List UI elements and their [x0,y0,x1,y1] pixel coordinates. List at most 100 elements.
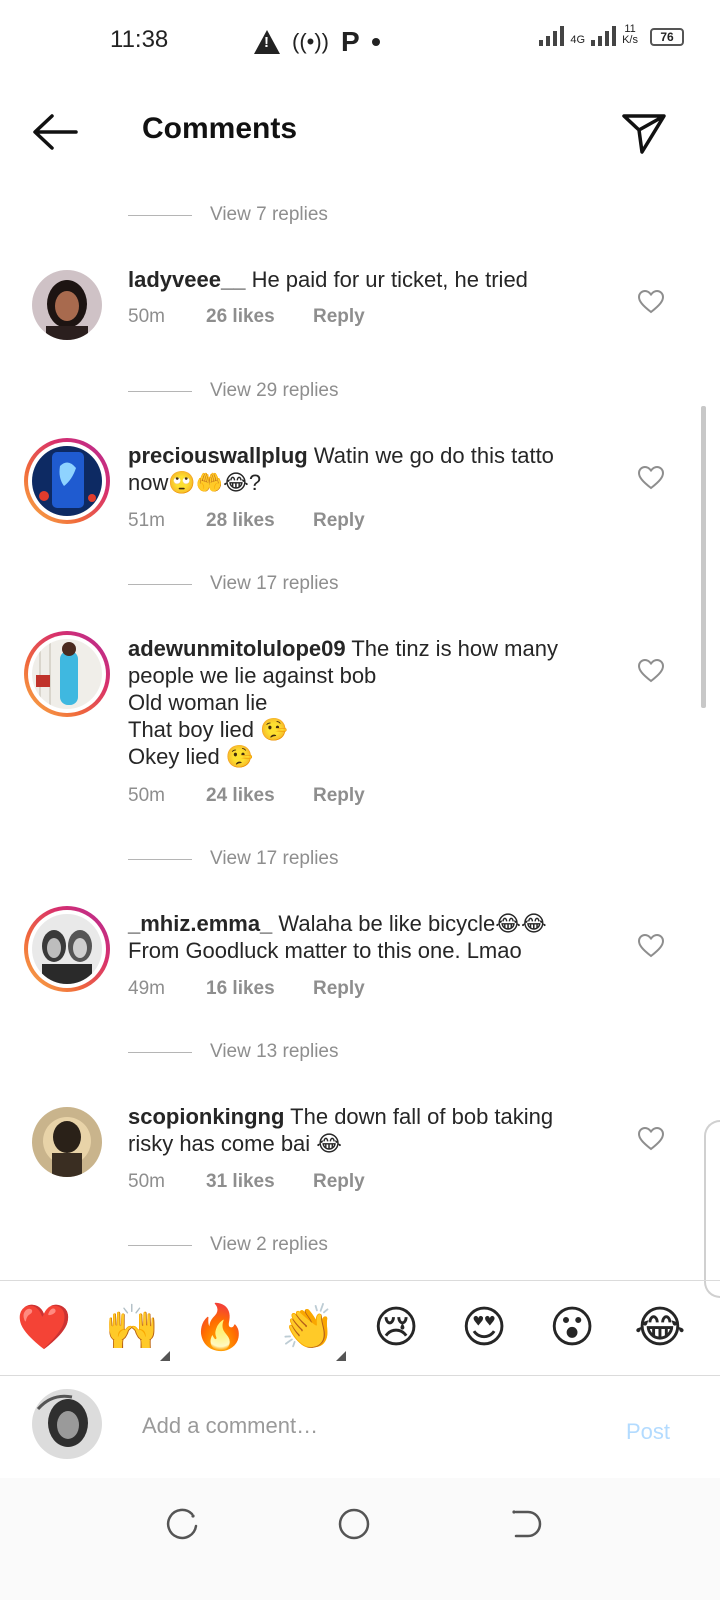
skin-tone-indicator [160,1351,170,1361]
comment-username[interactable]: _mhiz.emma_ [128,911,272,936]
reply-button[interactable]: Reply [313,785,365,807]
view-replies-button[interactable]: View 13 replies [128,1041,339,1063]
avatar[interactable] [32,270,102,340]
edge-panel-handle[interactable] [704,1120,720,1298]
home-icon[interactable] [334,1504,374,1544]
divider-line [128,1244,192,1246]
reply-button[interactable]: Reply [313,978,365,1000]
hotspot-icon: ((•)) [292,29,330,54]
comment-text: _mhiz.emma_ Walaha be like bicycle😂😂 Fro… [128,910,598,964]
view-replies-button[interactable]: View 7 replies [128,204,328,226]
avatar[interactable] [24,631,110,717]
view-replies-button[interactable]: View 29 replies [128,380,339,402]
view-replies-label: View 17 replies [210,573,339,594]
comment-time: 49m [128,978,165,999]
fire-emoji-button[interactable]: 🔥 [176,1303,264,1353]
battery-icon: 76 [650,28,684,46]
page-title: Comments [142,112,298,145]
header: Comments [0,90,720,180]
status-notification-icons: ((•)) P [176,26,380,58]
view-replies-label: View 17 replies [210,848,339,869]
comment-likes[interactable]: 28 likes [206,510,313,532]
divider-line [128,214,192,216]
more-notifications-icon [371,38,380,46]
system-nav-bar [0,1478,720,1600]
paper-plane-icon[interactable] [620,110,668,156]
comment-likes[interactable]: 16 likes [206,978,313,1000]
avatar[interactable] [24,906,110,992]
comment-input[interactable] [142,1409,582,1443]
warning-icon [254,30,280,54]
clap-icon: 👏 [280,1303,336,1352]
heart-emoji-button[interactable]: ❤️ [0,1303,88,1353]
avatar-image [32,914,102,984]
speed-unit: K/s [622,34,638,46]
comment-meta: 50m 31 likes Reply [128,1171,365,1193]
comments-list[interactable]: View 7 replies ladyveee__ He paid for ur… [0,190,720,1280]
avatar-image [32,1107,102,1177]
divider-line [128,390,192,392]
heart-icon[interactable] [638,1127,664,1151]
heart-icon[interactable] [638,934,664,958]
reaction-bar: ❤️ 🙌 🔥 👏 😢 😍 😮 😂 [0,1280,720,1376]
reply-button[interactable]: Reply [313,306,365,328]
view-replies-label: View 2 replies [210,1234,328,1255]
laughing-emoji-button[interactable]: 😂 [616,1303,704,1353]
avatar-image [32,270,102,340]
divider-line [128,1051,192,1053]
raised-hands-icon: 🙌 [104,1303,160,1352]
comment-meta: 50m 26 likes Reply [128,306,365,328]
status-time: 11:38 [110,26,169,53]
heart-icon[interactable] [638,290,664,314]
avatar[interactable] [24,438,110,524]
signal-icon [539,24,565,46]
crying-emoji-button[interactable]: 😢 [352,1303,440,1353]
comment-time: 50m [128,785,165,806]
parking-app-icon: P [341,26,360,57]
avatar[interactable] [32,1107,102,1177]
network-speed: 11 K/s [622,24,638,46]
reply-button[interactable]: Reply [313,1171,365,1193]
comment-meta: 50m 24 likes Reply [128,785,365,807]
reply-button[interactable]: Reply [313,510,365,532]
comment-likes[interactable]: 26 likes [206,306,313,328]
view-replies-label: View 7 replies [210,204,328,225]
comment-body: He paid for ur ticket, he tried [251,267,528,292]
view-replies-button[interactable]: View 17 replies [128,848,339,870]
raised-hands-emoji-button[interactable]: 🙌 [88,1303,176,1361]
skin-tone-indicator [336,1351,346,1361]
comment-username[interactable]: ladyveee__ [128,267,245,292]
back-nav-icon[interactable] [506,1504,546,1544]
comment-time: 50m [128,1171,165,1192]
post-button[interactable]: Post [626,1419,670,1445]
surprised-emoji-button[interactable]: 😮 [528,1303,616,1353]
comment-text: scopionkingng The down fall of bob takin… [128,1103,598,1157]
comment-likes[interactable]: 31 likes [206,1171,313,1193]
divider-line [128,858,192,860]
view-replies-button[interactable]: View 17 replies [128,573,339,595]
arrow-left-icon[interactable] [30,112,80,152]
view-replies-label: View 13 replies [210,1041,339,1062]
heart-icon[interactable] [638,659,664,683]
add-comment-bar: Post [0,1377,720,1477]
clap-emoji-button[interactable]: 👏 [264,1303,352,1361]
avatar-image [32,446,102,516]
avatar [32,1389,102,1459]
signal-icon-2 [591,24,617,46]
comment-time: 51m [128,510,165,531]
comment-likes[interactable]: 24 likes [206,785,313,807]
comment-username[interactable]: adewunmitolulope09 [128,636,346,661]
comment-meta: 49m 16 likes Reply [128,978,365,1000]
comment-username[interactable]: scopionkingng [128,1104,284,1129]
status-right: 4G 11 K/s 76 [539,24,684,46]
heart-eyes-emoji-button[interactable]: 😍 [440,1303,528,1353]
heart-icon[interactable] [638,466,664,490]
comment-text: ladyveee__ He paid for ur ticket, he tri… [128,266,598,293]
view-replies-label: View 29 replies [210,380,339,401]
recent-apps-icon[interactable] [162,1504,202,1544]
status-bar: 11:38 ((•)) P 4G 11 K/s 76 [0,0,720,80]
scrollbar[interactable] [701,406,706,708]
view-replies-button[interactable]: View 2 replies [128,1234,328,1256]
comment-time: 50m [128,306,165,327]
comment-username[interactable]: preciouswallplug [128,443,308,468]
